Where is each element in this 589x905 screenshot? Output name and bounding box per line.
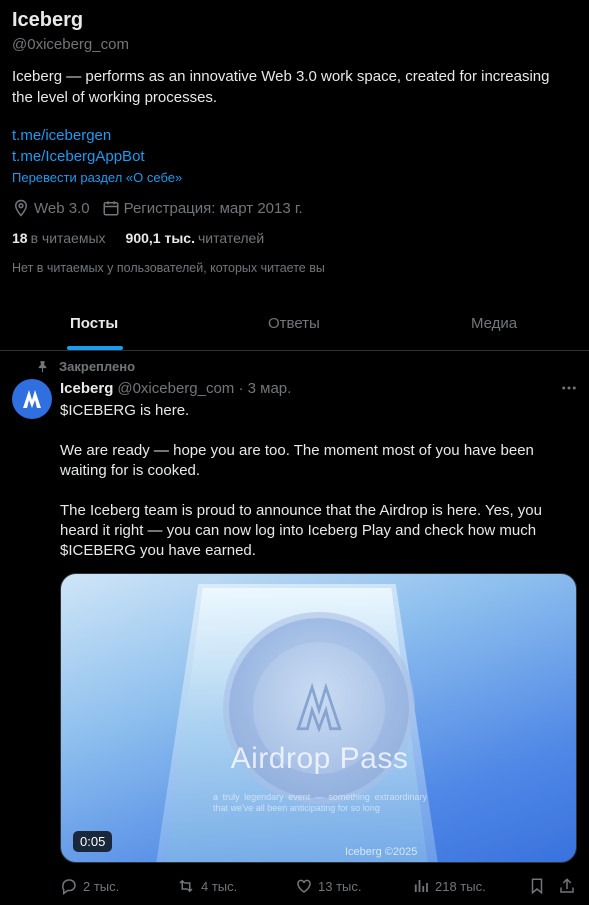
iceberg-logo-icon: [23, 390, 41, 408]
pinned-indicator: Закреплено: [36, 359, 135, 374]
share-button[interactable]: [558, 877, 581, 895]
video-footer-text: Iceberg ©2025: [345, 846, 418, 858]
tab-posts[interactable]: Посты: [70, 315, 118, 332]
share-icon: [560, 878, 574, 893]
post-header: Iceberg @0xiceberg_com · 3 мар.: [60, 380, 291, 397]
location-icon: [14, 199, 28, 217]
profile-meta: Web 3.0 Регистрация: март 2013 г.: [12, 199, 315, 217]
tab-media[interactable]: Медиа: [471, 315, 517, 332]
pin-icon: [38, 361, 47, 373]
mutual-followers-note: Нет в читаемых у пользователей, которых …: [12, 261, 325, 275]
profile-handle: @0xiceberg_com: [12, 36, 129, 53]
repost-count: 4 тыс.: [201, 878, 238, 894]
tab-replies[interactable]: Ответы: [268, 315, 320, 332]
like-icon: [297, 879, 311, 893]
views-count: 218 тыс.: [435, 878, 486, 894]
reply-count: 2 тыс.: [83, 878, 120, 894]
views-button[interactable]: 218 тыс.: [412, 877, 486, 895]
profile-name: Iceberg: [12, 9, 84, 31]
bio-link-icebergen[interactable]: t.me/icebergen: [12, 127, 111, 144]
post-author[interactable]: Iceberg: [60, 380, 113, 397]
following-link[interactable]: 18 в читаемых: [12, 230, 106, 246]
profile-bio: Iceberg — performs as an innovative Web …: [12, 68, 550, 106]
followers-link[interactable]: 900,1 тыс. читателей: [126, 230, 265, 246]
bookmark-icon: [531, 878, 543, 895]
repost-icon: [179, 879, 193, 893]
post-text-line: $ICEBERG is here.: [60, 402, 190, 419]
video-duration: 0:05: [73, 831, 113, 852]
views-icon: [414, 880, 428, 892]
video-subtitle-text: a truly legendary event — something extr…: [213, 792, 427, 813]
post-actions: 2 тыс. 4 тыс. 13 тыс. 218 тыс.: [60, 877, 580, 897]
following-count: 18: [12, 230, 28, 246]
like-count: 13 тыс.: [318, 878, 362, 894]
post-text-paragraph: The Iceberg team is proud to announce th…: [60, 502, 542, 559]
profile-stats: 18 в читаемых 900,1 тыс. читателей: [12, 230, 284, 246]
post-text-paragraph: We are ready — hope you are too. The mom…: [60, 442, 534, 479]
iceberg-logo-icon: [296, 682, 342, 733]
reply-button[interactable]: 2 тыс.: [60, 877, 119, 895]
location-text: Web 3.0: [34, 199, 90, 217]
translate-bio-link[interactable]: Перевести раздел «О себе»: [12, 170, 182, 185]
more-icon: [562, 386, 576, 390]
profile-location: Web 3.0: [12, 199, 90, 217]
profile-tabs: Посты Ответы Медиа: [0, 300, 589, 351]
pinned-label: Закреплено: [59, 359, 136, 374]
post-video[interactable]: Airdrop Pass a truly legendary event — s…: [60, 573, 577, 863]
profile-joined: Регистрация: март 2013 г.: [102, 199, 303, 217]
reply-icon: [62, 879, 76, 895]
followers-label: читателей: [197, 230, 265, 246]
repost-button[interactable]: 4 тыс.: [176, 877, 237, 895]
video-title-text: Airdrop Pass: [230, 742, 409, 775]
more-options-button[interactable]: [560, 379, 578, 397]
bio-link-iceberg-app-bot[interactable]: t.me/IcebergAppBot: [12, 148, 145, 165]
active-tab-indicator: [67, 346, 123, 350]
following-label: в читаемых: [30, 230, 106, 246]
joined-text: Регистрация: март 2013 г.: [123, 199, 303, 217]
bookmark-button[interactable]: [528, 877, 551, 895]
calendar-icon: [103, 201, 119, 216]
post-handle-date[interactable]: @0xiceberg_com · 3 мар.: [117, 380, 291, 397]
avatar[interactable]: [12, 379, 52, 419]
like-button[interactable]: 13 тыс.: [295, 877, 361, 895]
followers-count: 900,1 тыс.: [125, 230, 195, 246]
